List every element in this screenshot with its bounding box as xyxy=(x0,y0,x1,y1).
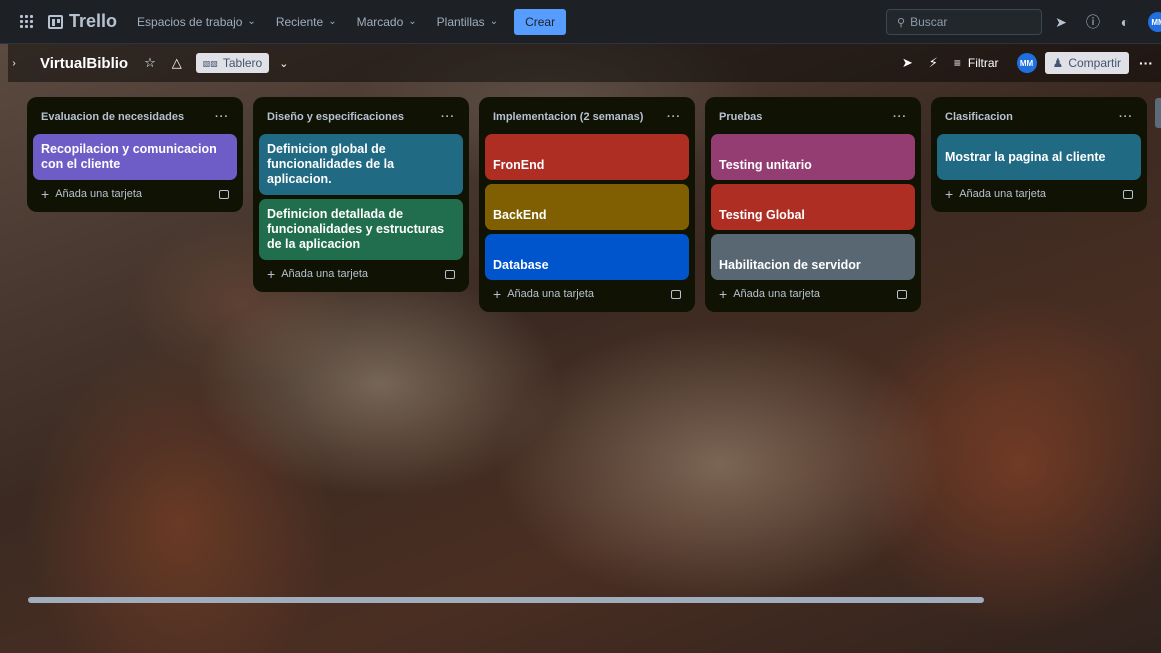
filter-icon: ≡ xyxy=(953,56,961,70)
list-title[interactable]: Diseño y especificaciones xyxy=(267,111,404,123)
trello-logo-icon xyxy=(48,14,63,29)
card[interactable]: Testing unitario xyxy=(711,134,915,180)
list-title[interactable]: Implementacion (2 semanas) xyxy=(493,111,643,123)
user-avatar[interactable]: MM xyxy=(1148,12,1161,32)
board-view-button[interactable]: ▧▧ Tablero xyxy=(195,53,270,73)
add-card-label: Añada una tarjeta xyxy=(507,288,595,300)
list-title[interactable]: Evaluacion de necesidades xyxy=(41,111,184,123)
share-label: Compartir xyxy=(1068,56,1121,70)
list-diseno: Diseño y especificaciones ··· Definicion… xyxy=(253,97,469,292)
card-template-icon[interactable] xyxy=(671,289,681,299)
list-menu-icon[interactable]: ··· xyxy=(893,111,907,123)
add-card-label: Añada una tarjeta xyxy=(959,188,1047,200)
search-input[interactable]: ⚲ Buscar xyxy=(886,9,1042,35)
star-icon[interactable]: ☆ xyxy=(144,55,156,71)
nav-starred-label: Marcado xyxy=(356,14,404,29)
notifications-icon[interactable]: ➤ xyxy=(1052,13,1070,31)
card[interactable]: Mostrar la pagina al cliente xyxy=(937,134,1141,180)
list-title[interactable]: Clasificacion xyxy=(945,111,1013,123)
card[interactable]: Recopilacion y comunicacion con el clien… xyxy=(33,134,237,180)
nav-workspaces[interactable]: Espacios de trabajo ⌄ xyxy=(137,15,256,29)
card-template-icon[interactable] xyxy=(1123,189,1133,199)
power-ups-icon[interactable]: ➤ xyxy=(902,55,913,71)
horizontal-scrollbar[interactable] xyxy=(28,597,984,603)
visibility-icon[interactable]: △ xyxy=(172,55,182,71)
nav-templates-label: Plantillas xyxy=(436,14,485,29)
plus-icon: + xyxy=(41,186,50,202)
plus-icon: + xyxy=(945,186,954,202)
list-pruebas: Pruebas ··· Testing unitario Testing Glo… xyxy=(705,97,921,312)
card[interactable]: Database xyxy=(485,234,689,280)
search-placeholder: Buscar xyxy=(910,15,948,29)
chevron-down-icon[interactable]: ⌄ xyxy=(279,57,288,70)
add-card-label: Añada una tarjeta xyxy=(733,288,821,300)
add-card-button[interactable]: + Añada una tarjeta xyxy=(33,180,237,204)
search-icon: ⚲ xyxy=(897,16,906,29)
share-button[interactable]: ♟ Compartir xyxy=(1044,52,1129,74)
add-list-edge[interactable] xyxy=(1155,98,1161,128)
add-card-button[interactable]: + Añada una tarjeta xyxy=(937,180,1141,204)
board-title[interactable]: VirtualBiblio xyxy=(40,55,128,72)
more-options-icon[interactable]: ··· xyxy=(1139,55,1153,71)
add-card-label: Añada una tarjeta xyxy=(281,268,369,280)
list-menu-icon[interactable]: ··· xyxy=(215,111,229,123)
add-card-button[interactable]: + Añada una tarjeta xyxy=(711,280,915,304)
list-title[interactable]: Pruebas xyxy=(719,111,762,123)
automation-icon[interactable]: ⚡ xyxy=(929,55,938,71)
list-evaluacion: Evaluacion de necesidades ··· Recopilaci… xyxy=(27,97,243,212)
filter-button[interactable]: ≡ Filtrar xyxy=(954,56,999,70)
chevron-down-icon: ⌄ xyxy=(247,16,256,27)
list-implementacion: Implementacion (2 semanas) ··· FronEnd B… xyxy=(479,97,695,312)
board-view-label: Tablero xyxy=(222,56,263,70)
add-card-button[interactable]: + Añada una tarjeta xyxy=(485,280,689,304)
card[interactable]: Habilitacion de servidor xyxy=(711,234,915,280)
nav-workspaces-label: Espacios de trabajo xyxy=(137,14,243,29)
help-icon[interactable]: ⓘ xyxy=(1084,13,1102,31)
theme-icon[interactable]: ◐ xyxy=(1116,13,1134,31)
apps-grid-icon[interactable] xyxy=(20,14,34,29)
chevron-down-icon: ⌄ xyxy=(489,16,499,27)
nav-recent[interactable]: Reciente ⌄ xyxy=(276,15,337,29)
board-view-icon: ▧▧ xyxy=(202,58,218,68)
card-template-icon[interactable] xyxy=(897,289,907,299)
plus-icon: + xyxy=(267,266,276,282)
filter-label: Filtrar xyxy=(967,56,999,70)
board-canvas: › VirtualBiblio ☆ △ ▧▧ Tablero ⌄ ➤ ⚡ ≡ F… xyxy=(0,44,1161,653)
plus-icon: + xyxy=(493,286,502,302)
board-header: › VirtualBiblio ☆ △ ▧▧ Tablero ⌄ ➤ ⚡ ≡ F… xyxy=(8,44,1161,82)
card[interactable]: BackEnd xyxy=(485,184,689,230)
nav-starred[interactable]: Marcado ⌄ xyxy=(357,15,417,29)
card[interactable]: Definicion detallada de funcionalidades … xyxy=(259,199,463,260)
add-card-button[interactable]: + Añada una tarjeta xyxy=(259,260,463,284)
card[interactable]: FronEnd xyxy=(485,134,689,180)
add-member-icon: ♟ xyxy=(1052,56,1064,70)
top-navigation-bar: Trello Espacios de trabajo ⌄ Reciente ⌄ Ma… xyxy=(0,0,1161,44)
member-avatar[interactable]: MM xyxy=(1016,53,1037,73)
card-template-icon[interactable] xyxy=(445,269,455,279)
card-template-icon[interactable] xyxy=(219,189,229,199)
list-menu-icon[interactable]: ··· xyxy=(667,111,681,123)
trello-logo[interactable]: Trello xyxy=(48,11,117,32)
nav-templates[interactable]: Plantillas ⌄ xyxy=(437,15,498,29)
list-menu-icon[interactable]: ··· xyxy=(1119,111,1133,123)
list-menu-icon[interactable]: ··· xyxy=(441,111,455,123)
chevron-down-icon: ⌄ xyxy=(408,16,417,27)
plus-icon: + xyxy=(719,286,728,302)
chevron-down-icon: ⌄ xyxy=(328,16,337,27)
create-button[interactable]: Crear xyxy=(514,8,567,35)
app-name: Trello xyxy=(69,11,118,31)
card[interactable]: Testing Global xyxy=(711,184,915,230)
nav-recent-label: Reciente xyxy=(275,14,324,29)
expand-sidebar-icon[interactable]: › xyxy=(6,54,22,72)
add-card-label: Añada una tarjeta xyxy=(55,188,143,200)
list-clasificacion: Clasificacion ··· Mostrar la pagina al c… xyxy=(931,97,1147,212)
card[interactable]: Definicion global de funcionalidades de … xyxy=(259,134,463,195)
